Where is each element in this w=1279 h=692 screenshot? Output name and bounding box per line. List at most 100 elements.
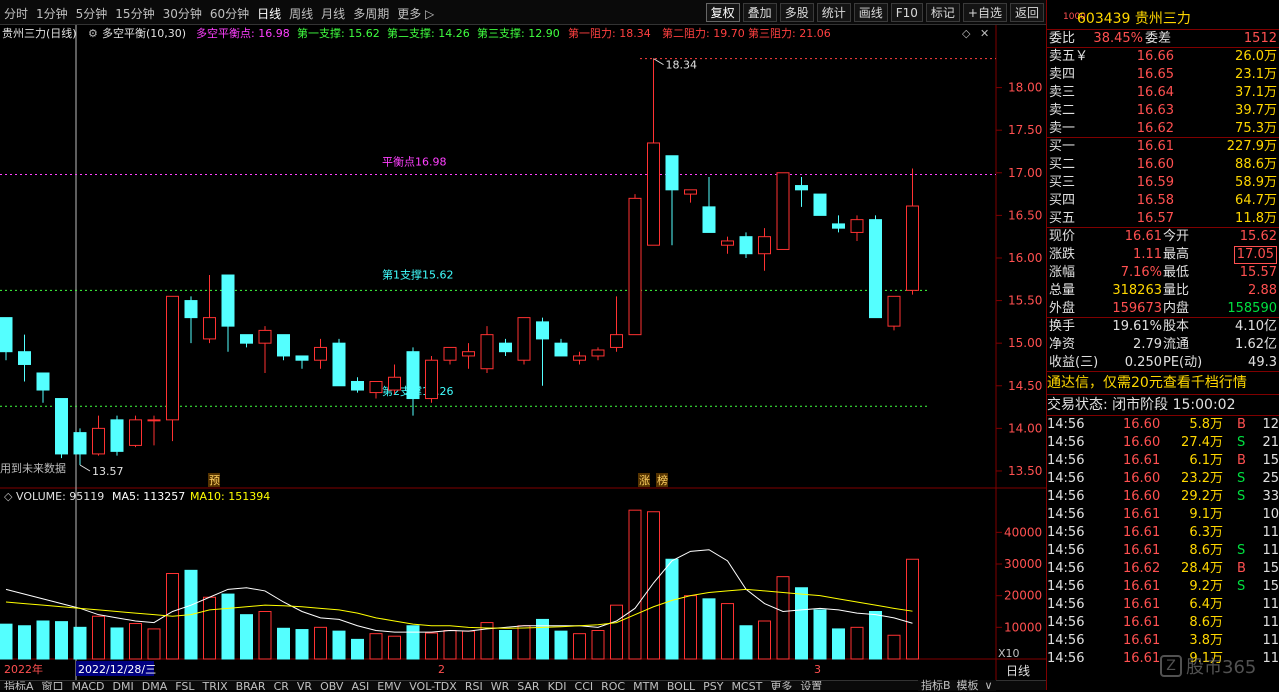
candle-body[interactable] [258,329,272,344]
toolbar-button[interactable]: 标记 [925,3,960,22]
candle-body[interactable] [517,317,531,361]
candle-body[interactable] [240,334,253,344]
indicator-tab[interactable]: VR [293,681,316,690]
indicator-tab[interactable]: CR [270,681,293,690]
candle-body[interactable] [18,351,31,365]
volume-bar[interactable] [554,630,568,660]
diamond-icon[interactable]: ◇ [962,27,971,40]
kline-chart[interactable]: 18.00 17.50 17.00 16.50 16.00 15.50 15.00 14.50… [0,25,1046,680]
volume-bar[interactable] [813,609,827,660]
volume-bar[interactable] [129,623,142,660]
candle-body[interactable] [591,349,605,357]
candle-body[interactable] [295,355,309,361]
candle-body[interactable] [887,295,901,327]
period-tab[interactable]: 多周期 [349,5,393,22]
volume-bar[interactable] [388,635,401,660]
candle-body[interactable] [665,155,679,191]
toolbar-button[interactable]: 多股 [779,3,814,22]
candle-body[interactable] [684,189,697,195]
candle-body[interactable] [480,334,494,370]
toolbar-button[interactable]: +自选 [962,3,1007,22]
volume-bar[interactable] [240,614,253,660]
volume-bar[interactable] [850,626,864,660]
indicator-settings-icon[interactable]: ⚙ [88,27,98,40]
candle-body[interactable] [277,334,290,357]
indicator-tab[interactable]: SAR [513,681,543,690]
template-tab[interactable]: 模板 [954,679,982,692]
volume-bar[interactable] [795,587,808,660]
indicator-tab[interactable]: ROC [597,681,629,690]
candle-body[interactable] [92,427,105,455]
indicator-tab[interactable]: EMV [373,681,405,690]
toolbar-button[interactable]: 叠加 [742,3,777,22]
template-tab[interactable]: ∨ [982,679,996,692]
volume-bar[interactable] [425,632,438,660]
volume-bar[interactable] [887,634,901,660]
volume-bar[interactable] [628,509,642,660]
indicator-tab[interactable]: MTM [629,681,663,690]
period-tab[interactable]: 更多 ▷ [393,5,438,22]
candle-body[interactable] [610,334,623,348]
volume-bar[interactable] [36,620,50,660]
candle-body[interactable] [647,142,660,246]
candle-body[interactable] [0,317,13,353]
volume-bar[interactable] [573,633,586,660]
candle-body[interactable] [221,274,235,327]
template-tab[interactable]: 指标B [918,679,954,692]
candle-body[interactable] [906,205,919,291]
indicator-tab[interactable]: DMA [138,681,172,690]
candle-body[interactable] [721,240,734,246]
period-tab[interactable]: 日线 [253,5,285,22]
volume-bar[interactable] [18,625,31,660]
volume-bar[interactable] [0,623,13,660]
indicator-tab[interactable]: PSY [699,681,727,690]
candle-body[interactable] [758,236,771,255]
volume-bar[interactable] [610,604,623,660]
toolbar-button[interactable]: F10 [890,3,923,22]
candle-body[interactable] [55,398,68,455]
indicator-tab[interactable]: DMI [109,681,138,690]
close-icon[interactable]: ✕ [980,27,989,40]
period-tab[interactable]: 1分钟 [32,5,72,22]
candle-body[interactable] [628,197,642,336]
volume-bar[interactable] [110,627,124,660]
indicator-tab[interactable]: KDJ [544,681,571,690]
indicator-tab[interactable]: MACD [68,681,109,690]
candle-body[interactable] [536,321,549,340]
candle-body[interactable] [776,172,790,250]
volume-bar[interactable] [295,629,309,660]
candle-body[interactable] [443,346,457,361]
candle-body[interactable] [406,351,420,400]
candle-body[interactable] [573,355,586,361]
volume-bar[interactable] [147,628,161,660]
volume-bar[interactable] [591,630,605,660]
volume-bar[interactable] [443,630,457,660]
volume-bar[interactable] [258,611,272,660]
volume-bar[interactable] [369,633,383,660]
volume-bar[interactable] [351,638,364,660]
volume-bar[interactable] [739,625,753,660]
candle-body[interactable] [425,359,438,400]
candle-body[interactable] [351,381,364,391]
stock-code-name[interactable]: 603439 贵州三力 [1077,8,1191,28]
indicator-tab[interactable]: TRIX [198,681,231,690]
promo-link[interactable]: 通达信，仅需20元查看千档行情 [1047,372,1247,395]
candle-body[interactable] [813,193,827,216]
volume-bar[interactable] [869,611,882,660]
indicator-tab[interactable]: RSI [461,681,487,690]
volume-bar[interactable] [702,598,716,660]
indicator-tab[interactable]: CCI [571,681,598,690]
period-tab[interactable]: 30分钟 [159,5,206,22]
toolbar-button[interactable]: 返回 [1009,3,1044,22]
toolbar-button[interactable]: 画线 [853,3,888,22]
volume-bar[interactable] [776,576,790,660]
indicator-tab[interactable]: 设置 [796,681,826,690]
candle-body[interactable] [795,185,808,191]
candle-body[interactable] [314,346,327,361]
candle-body[interactable] [184,300,198,319]
indicator-tab[interactable]: OBV [316,681,347,690]
volume-bar[interactable] [203,596,216,660]
candle-body[interactable] [462,351,475,357]
indicator-tab[interactable]: FSL [171,681,198,690]
candle-body[interactable] [739,236,753,255]
